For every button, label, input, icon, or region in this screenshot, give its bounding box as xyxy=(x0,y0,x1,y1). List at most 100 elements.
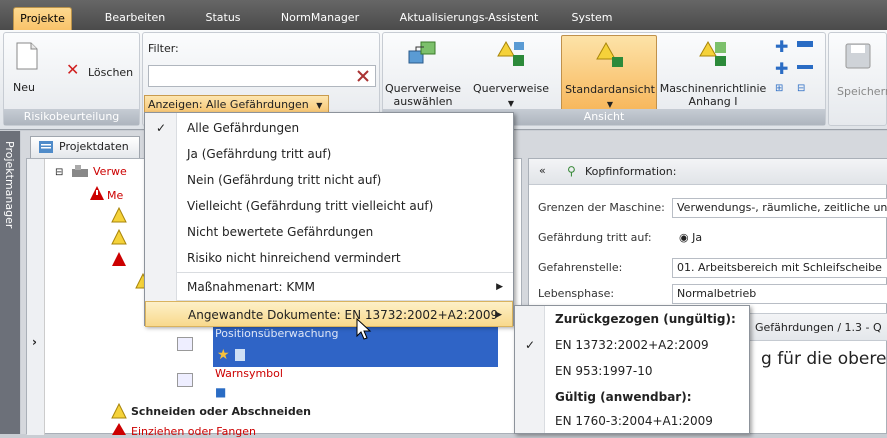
warning-icon xyxy=(111,207,127,223)
check-icon: ✓ xyxy=(156,121,167,135)
querverweise-auswaehlen-line2: auswählen xyxy=(393,95,453,108)
chevron-right-icon: ▶ xyxy=(496,282,503,292)
maschinenrichtlinie-button[interactable]: Maschinenrichtlinie Anhang I xyxy=(659,35,767,111)
tree-item-positionsueberwachung: Positionsüberwachung xyxy=(215,327,339,340)
tab-bearbeiten[interactable]: Bearbeiten xyxy=(100,7,170,30)
directive-icon xyxy=(699,40,726,66)
warning-icon xyxy=(111,229,127,245)
search-icon: ⚲ xyxy=(567,164,576,178)
maschinenrichtlinie-line2: Anhang I xyxy=(688,95,738,108)
danger-icon xyxy=(112,252,126,266)
maschinenrichtlinie-line1: Maschinenrichtlinie xyxy=(659,82,767,95)
expand-arrow-icon[interactable]: › xyxy=(32,335,37,349)
chevron-right-icon: ▶ xyxy=(495,310,502,320)
tree-scroll-strip: › xyxy=(27,159,45,435)
ja-radio[interactable]: ◉ Ja xyxy=(679,225,702,251)
tree-item-warnsymbol[interactable]: Warnsymbol xyxy=(215,367,283,380)
row-gefaehrdung: Gefährdung tritt auf: ◉ Ja xyxy=(529,225,887,251)
neu-button[interactable]: Neu xyxy=(7,39,41,99)
sidebar-label: Projektmanager xyxy=(3,141,16,229)
submenu-item-en13732[interactable]: ✓ EN 13732:2002+A2:2009 xyxy=(515,332,749,358)
doc-node-icon xyxy=(177,373,193,387)
menu-item-label: Maßnahmenart: KMM xyxy=(187,280,315,294)
warning-list-icon xyxy=(497,40,524,66)
gefahrenstelle-field[interactable]: 01. Arbeitsbereich mit Schleifscheibe xyxy=(672,258,887,278)
clear-filter-icon[interactable] xyxy=(355,68,371,84)
submenu-item-label: EN 953:1997-10 xyxy=(555,364,653,378)
menu-separator xyxy=(177,272,513,273)
tab-aktualisierungs-assistent[interactable]: Aktualisierungs-Assistent xyxy=(394,7,544,30)
neu-label: Neu xyxy=(13,81,35,94)
lebensphase-label: Lebensphase: xyxy=(538,287,615,300)
expand-tree-icon[interactable]: ⊞ xyxy=(775,83,783,94)
menu-item-ja[interactable]: Ja (Gefährdung tritt auf) xyxy=(145,141,513,167)
submenu-heading-label: Gültig (anwendbar): xyxy=(555,390,692,404)
menu-item-nicht-bewertet[interactable]: Nicht bewertete Gefährdungen xyxy=(145,219,513,245)
group-risikobeurteilung: Neu ✕ Löschen Risikobeurteilung xyxy=(3,32,140,126)
grenzen-label: Grenzen der Maschine: xyxy=(538,201,665,214)
tree-item-verwe[interactable]: Verwe xyxy=(93,165,127,178)
menu-item-vielleicht[interactable]: Vielleicht (Gefährdung tritt vielleicht … xyxy=(145,193,513,219)
new-document-icon xyxy=(16,42,38,70)
angewandte-dokumente-submenu: Zurückgezogen (ungültig): ✓ EN 13732:200… xyxy=(514,305,750,434)
standardansicht-button[interactable]: Standardansicht ▼ xyxy=(561,35,657,111)
menu-item-massnahmenart[interactable]: Maßnahmenart: KMM ▶ xyxy=(145,274,513,300)
menu-item-label: Nicht bewertete Gefährdungen xyxy=(187,225,374,239)
loeschen-button[interactable]: ✕ Löschen xyxy=(62,60,136,81)
filter-input[interactable] xyxy=(148,65,376,87)
chevron-down-icon: ▼ xyxy=(316,101,323,110)
submenu-item-en953[interactable]: EN 953:1997-10 xyxy=(515,358,749,384)
submenu-item-label: EN 1760-3:2004+A1:2009 xyxy=(555,414,713,428)
tree-item-me[interactable]: Me xyxy=(107,189,123,202)
document-icon xyxy=(235,349,245,361)
tree-item-einziehen[interactable]: Einziehen oder Fangen xyxy=(131,425,256,438)
cross-reference-icon xyxy=(408,41,436,64)
add-icon[interactable]: ✚ xyxy=(775,59,788,78)
move-up-icon[interactable]: ✚ xyxy=(775,37,788,56)
description-text: g für die oberen xyxy=(761,349,887,369)
tree-tools: ✚ ✚ ⊞ ⊟ xyxy=(771,37,821,109)
submenu-item-en1760[interactable]: EN 1760-3:2004+A1:2009 xyxy=(515,408,749,434)
lebensphase-field[interactable]: Normalbetrieb xyxy=(672,284,887,304)
save-icon xyxy=(845,43,871,69)
querverweise-auswaehlen-button[interactable]: Querverweise auswählen xyxy=(385,35,461,111)
breadcrumb: Gefährdungen / 1.3 - Q xyxy=(755,321,882,334)
grenzen-field[interactable]: Verwendungs-, räumliche, zeitliche und xyxy=(672,198,887,218)
tab-normmanager[interactable]: NormManager xyxy=(276,7,364,30)
filter-label: Filter: xyxy=(148,42,179,55)
projektdaten-label: Projektdaten xyxy=(59,140,129,153)
row-grenzen: Grenzen der Maschine: Verwendungs-, räum… xyxy=(529,195,887,221)
tab-system[interactable]: System xyxy=(566,7,618,30)
querverweise-button[interactable]: Querverweise ▼ xyxy=(463,35,559,111)
menu-item-label: Vielleicht (Gefährdung tritt vielleicht … xyxy=(187,199,434,213)
submenu-heading-label: Zurückgezogen (ungültig): xyxy=(555,312,736,326)
querverweise-label: Querverweise xyxy=(472,82,550,95)
menu-item-label: Nein (Gefährdung tritt nicht auf) xyxy=(187,173,382,187)
projektmanager-sidebar[interactable]: Projektmanager xyxy=(0,131,20,434)
kopfinformation-header[interactable]: « ⚲ Kopfinformation: xyxy=(529,159,887,185)
collapse-tree-icon[interactable]: ⊟ xyxy=(797,83,805,94)
tree-collapse-icon[interactable]: ⊟ xyxy=(55,167,63,178)
collapse-up-icon[interactable]: « xyxy=(539,164,546,177)
menu-item-risiko[interactable]: Risiko nicht hinreichend vermindert xyxy=(145,245,513,271)
collapse-icon[interactable] xyxy=(797,41,813,47)
menu-item-alle[interactable]: ✓ Alle Gefährdungen xyxy=(145,115,513,141)
group-label-risikobeurteilung: Risikobeurteilung xyxy=(4,109,139,125)
speichern-button[interactable]: Speichern xyxy=(833,35,887,111)
row-gefahrenstelle: Gefahrenstelle: 01. Arbeitsbereich mit S… xyxy=(529,255,887,281)
tab-projekte[interactable]: Projekte xyxy=(13,7,72,30)
tab-status[interactable]: Status xyxy=(200,7,246,30)
tree-item-schneiden[interactable]: Schneiden oder Abschneiden xyxy=(131,405,311,418)
tab-projektdaten[interactable]: Projektdaten xyxy=(30,136,140,158)
menu-item-nein[interactable]: Nein (Gefährdung tritt nicht auf) xyxy=(145,167,513,193)
delete-x-icon: ✕ xyxy=(66,60,80,79)
blocks-icon: ■ xyxy=(215,385,227,399)
ribbon-tab-bar: Projekte Bearbeiten Status NormManager A… xyxy=(0,0,887,30)
menu-item-label: Angewandte Dokumente: EN 13732:2002+A2:2… xyxy=(188,308,499,322)
menu-item-label: Risiko nicht hinreichend vermindert xyxy=(187,251,401,265)
remove-icon[interactable] xyxy=(797,65,813,69)
menu-item-label: Ja (Gefährdung tritt auf) xyxy=(187,147,332,161)
menu-item-angewandte-dokumente[interactable]: Angewandte Dokumente: EN 13732:2002+A2:2… xyxy=(145,301,513,327)
mouse-cursor-icon xyxy=(356,318,372,340)
gefaehrdung-label: Gefährdung tritt auf: xyxy=(538,231,652,244)
